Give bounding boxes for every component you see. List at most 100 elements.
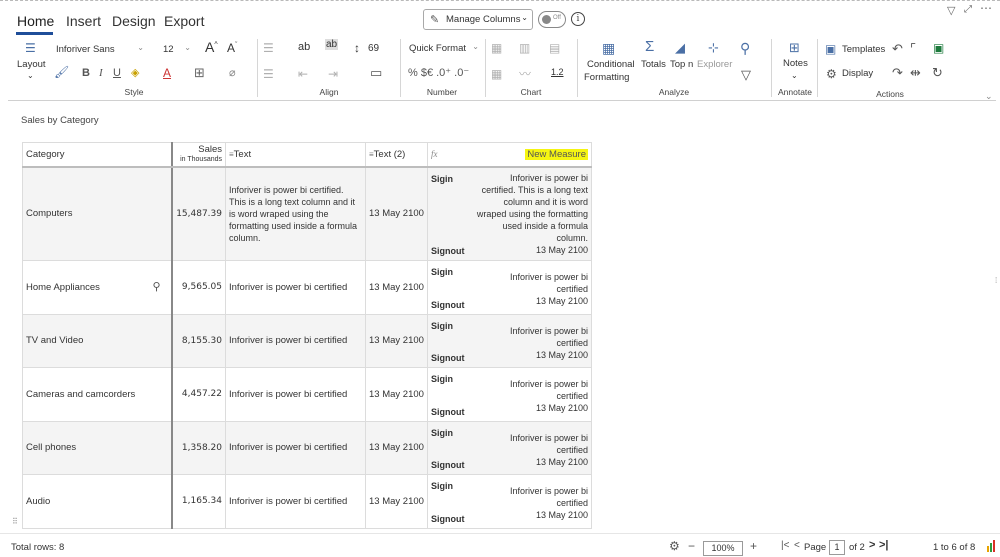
indent-increase-icon[interactable]: ⇥ bbox=[328, 67, 338, 81]
variance-chart-icon[interactable]: ▤ bbox=[549, 41, 560, 55]
top-n-label[interactable]: Top n bbox=[670, 59, 693, 70]
tab-export[interactable]: Export bbox=[164, 13, 204, 29]
align-top-icon[interactable]: ☰ bbox=[263, 41, 274, 55]
category-cell: Home Appliances ⚲ bbox=[22, 259, 173, 315]
inforiver-logo-icon bbox=[987, 538, 997, 552]
table-row[interactable]: Cell phones 1,358.20 Inforiver is power … bbox=[22, 420, 592, 475]
quick-format-select[interactable]: Quick Format ⌄ bbox=[405, 40, 483, 58]
header-sales[interactable]: Sales in Thousands bbox=[171, 142, 226, 168]
font-color-icon[interactable]: A bbox=[163, 66, 171, 80]
table-row[interactable]: Cameras and camcorders 4,457.22 Inforive… bbox=[22, 366, 592, 422]
font-size-value: 12 bbox=[163, 44, 174, 55]
measure-cell: Sigin Inforiver is power bi certified 13 … bbox=[427, 420, 592, 475]
column-chart-icon[interactable]: ▥ bbox=[519, 41, 530, 55]
bar-chart-icon[interactable]: ▦ bbox=[491, 41, 502, 55]
italic-icon[interactable]: I bbox=[99, 67, 103, 79]
layout-label[interactable]: Layout bbox=[17, 59, 46, 70]
table-row[interactable]: TV and Video 8,155.30 Inforiver is power… bbox=[22, 313, 592, 368]
excel-export-icon[interactable]: ▣ bbox=[933, 41, 944, 55]
info-icon[interactable]: i bbox=[571, 12, 585, 26]
top-n-icon[interactable]: ◢ bbox=[675, 41, 685, 55]
display-button[interactable]: Display bbox=[842, 68, 873, 79]
conditional-label[interactable]: Conditional bbox=[587, 59, 635, 70]
redo-icon[interactable]: ↷ bbox=[892, 65, 903, 81]
gear-icon[interactable]: ⚙ bbox=[669, 539, 680, 553]
explorer-icon[interactable]: ⊹ bbox=[708, 41, 719, 55]
zoom-input[interactable]: 100% bbox=[703, 541, 743, 556]
first-page-icon[interactable]: |< bbox=[781, 540, 789, 551]
search-icon[interactable]: ⚲ bbox=[740, 41, 750, 55]
zoom-in-icon[interactable]: + bbox=[750, 539, 757, 553]
filter-icon[interactable]: ▽ bbox=[741, 67, 751, 83]
zoom-out-icon[interactable]: − bbox=[688, 539, 695, 553]
header-new-measure[interactable]: fx New Measure bbox=[427, 142, 592, 168]
more-options-icon[interactable]: ⋯ bbox=[980, 1, 992, 15]
align-left-icon[interactable]: ☰ bbox=[263, 67, 274, 81]
formatting-label[interactable]: Formatting bbox=[584, 72, 629, 83]
clear-format-icon[interactable]: ⌀ bbox=[229, 66, 236, 79]
notes-icon[interactable]: ⊞ bbox=[789, 41, 800, 55]
last-page-icon[interactable]: >| bbox=[879, 539, 889, 551]
conditional-formatting-icon[interactable]: ▦ bbox=[602, 41, 615, 55]
header-text2[interactable]: ≡Text (2) bbox=[365, 142, 428, 168]
templates-button[interactable]: Templates bbox=[842, 44, 885, 55]
table-row[interactable]: Audio 1,165.34 Inforiver is power bi cer… bbox=[22, 473, 592, 529]
header-text[interactable]: ≡Text bbox=[225, 142, 366, 168]
tab-design[interactable]: Design bbox=[112, 13, 156, 29]
chart-scale-value[interactable]: 1.2 bbox=[551, 67, 564, 77]
row-height-value[interactable]: 69 bbox=[368, 43, 379, 54]
format-painter-icon[interactable]: 🖌 bbox=[54, 65, 69, 79]
refresh-icon[interactable]: ↻ bbox=[932, 65, 943, 81]
totals-label[interactable]: Totals bbox=[641, 59, 666, 70]
chevron-down-icon[interactable]: ⌄ bbox=[27, 71, 34, 80]
font-family-select[interactable]: Inforiver Sans ⌄ bbox=[52, 41, 149, 59]
focus-mode-icon[interactable]: ⤢ bbox=[964, 4, 972, 15]
notes-label[interactable]: Notes bbox=[783, 58, 808, 69]
tab-home[interactable]: Home bbox=[17, 13, 54, 29]
table-row[interactable]: Home Appliances ⚲ 9,565.05 Inforiver is p… bbox=[22, 259, 592, 315]
indent-decrease-icon[interactable]: ⇤ bbox=[298, 67, 308, 81]
resize-handle-icon[interactable]: ⁞ bbox=[995, 276, 997, 285]
page-number-input[interactable]: 1 bbox=[829, 540, 845, 555]
undo-icon[interactable]: ↶ bbox=[892, 41, 903, 57]
fill-color-icon[interactable]: ◈ bbox=[131, 66, 139, 79]
totals-icon[interactable]: Σ bbox=[645, 39, 654, 54]
tab-insert[interactable]: Insert bbox=[66, 13, 101, 29]
measure-cell: Sigin Inforiver is power bi certified. T… bbox=[427, 166, 592, 261]
templates-icon: ▣ bbox=[825, 42, 837, 56]
manage-columns-button[interactable]: ✎ Manage Columns ⌄ bbox=[423, 9, 533, 30]
stacked-chart-icon[interactable]: ▦ bbox=[491, 67, 502, 81]
separator bbox=[817, 39, 818, 97]
sign-in-label: Sigin bbox=[431, 320, 453, 331]
fit-width-icon[interactable]: ⇹ bbox=[910, 65, 921, 81]
chevron-down-icon[interactable]: ⌄ bbox=[791, 71, 798, 80]
columns-toggle[interactable]: Off bbox=[538, 11, 566, 28]
text-cell: Inforiver is power bi certified bbox=[225, 259, 366, 315]
table-row[interactable]: Computers 15,487.39 Inforiver is power b… bbox=[22, 166, 592, 261]
padding-icon[interactable]: ▭ bbox=[370, 65, 382, 81]
word-wrap-icon[interactable]: ab bbox=[325, 39, 339, 50]
chevron-down-icon: ⌄ bbox=[521, 13, 528, 22]
explorer-label[interactable]: Explorer bbox=[697, 59, 732, 70]
decrease-font-icon[interactable]: Aˇ bbox=[227, 41, 237, 55]
sign-out-label: Signout bbox=[431, 352, 465, 363]
collapse-ribbon-icon[interactable]: ⌄ bbox=[985, 91, 993, 102]
measure-text: Inforiver is power bi certified bbox=[509, 272, 588, 294]
bold-icon[interactable]: B bbox=[82, 67, 90, 79]
increase-font-icon[interactable]: A^ bbox=[205, 39, 218, 55]
wrap-text-icon[interactable]: ab bbox=[298, 41, 310, 53]
prev-page-icon[interactable]: < bbox=[794, 540, 800, 551]
pin-icon[interactable]: ⚲ bbox=[152, 280, 160, 293]
number-format-symbols[interactable]: % $€ .0⁺ .0⁻ bbox=[408, 66, 469, 79]
next-page-icon[interactable]: > bbox=[869, 539, 875, 551]
drag-handle-icon[interactable]: ⠿ bbox=[12, 517, 18, 526]
font-size-select[interactable]: 12 ⌄ bbox=[159, 41, 195, 59]
filter-icon[interactable]: ▽ bbox=[947, 4, 955, 17]
underline-icon[interactable]: U bbox=[113, 67, 121, 79]
borders-icon[interactable]: ⊞ bbox=[194, 65, 205, 81]
header-category[interactable]: Category bbox=[22, 142, 173, 168]
measure-cell: Sigin Inforiver is power bi certified 13 … bbox=[427, 259, 592, 315]
expand-icon[interactable]: ⌜ bbox=[910, 41, 916, 57]
chart-group-label: Chart bbox=[520, 87, 542, 97]
line-chart-icon[interactable]: 〰 bbox=[519, 67, 531, 81]
